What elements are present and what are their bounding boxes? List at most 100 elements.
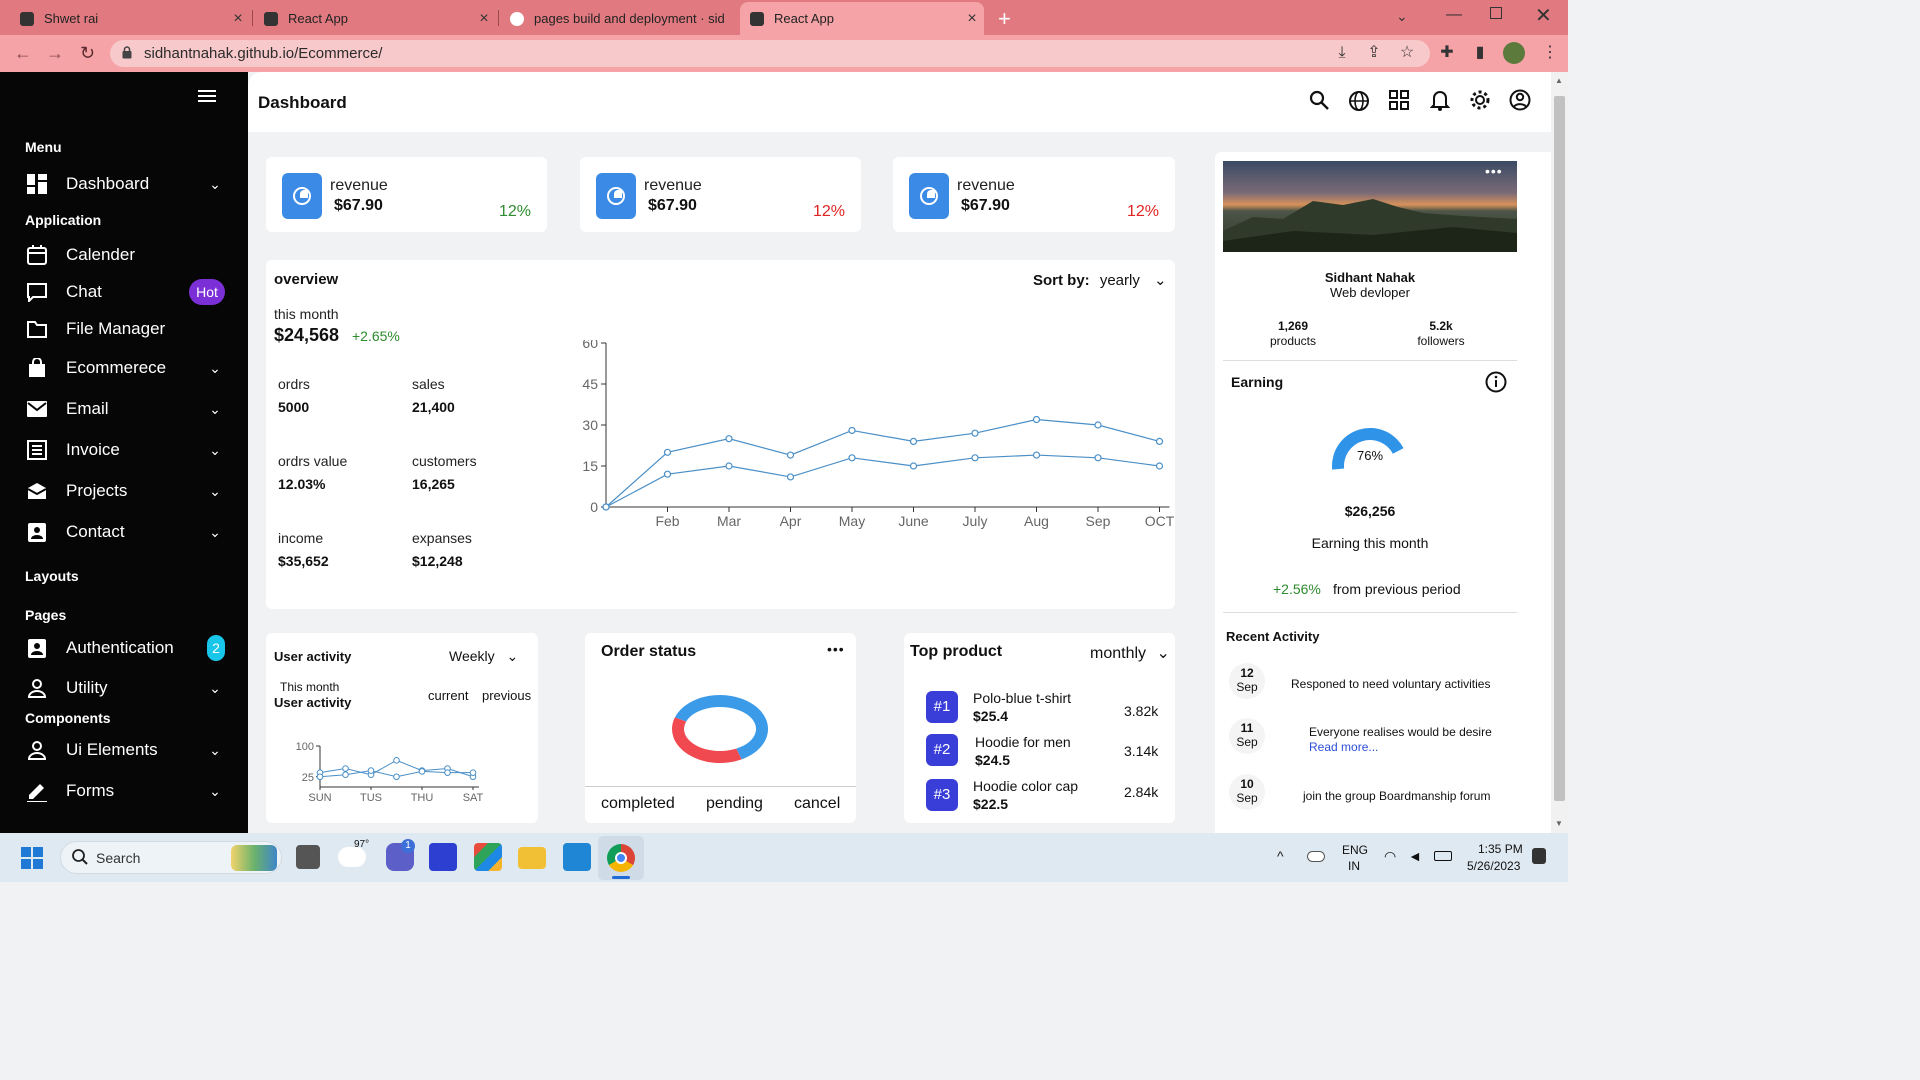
data-point [342,771,349,779]
activity-day: 11 [1240,721,1254,735]
sidebar-item-projects[interactable]: Projects ⌄ [25,476,225,506]
taskbar-search-box[interactable]: Search [60,841,282,874]
apps-grid-icon[interactable] [1389,90,1409,115]
extensions-icon[interactable]: ✚ [1437,43,1457,63]
reload-icon[interactable]: ↻ [80,43,95,64]
sidebar-item-invoice[interactable]: Invoice ⌄ [25,435,225,465]
battery-icon[interactable] [1434,851,1452,861]
x-tick-label: Aug [1024,513,1049,529]
share-icon[interactable]: ⇪ [1364,43,1384,63]
language-label[interactable]: ENG [1342,843,1368,857]
product-price: $25.4 [973,708,1009,724]
new-tab-icon[interactable]: + [998,6,1011,32]
profile-role: Web devloper [1330,285,1410,300]
scroll-down-icon[interactable]: ▼ [1555,819,1563,828]
taskbar-search-label: Search [96,850,141,866]
weather-cloud-icon[interactable] [338,847,366,867]
chevron-up-icon[interactable]: ^ [1277,848,1284,864]
notification-bell-icon[interactable] [1429,89,1451,116]
chevron-down-icon: ⌄ [506,648,519,664]
stat-value: $35,652 [278,553,329,569]
onedrive-icon[interactable] [1307,851,1325,862]
close-window-icon[interactable]: ✕ [1535,3,1552,28]
sidebar-item-ecommerce[interactable]: Ecommerece ⌄ [25,353,225,383]
vscode-icon[interactable] [563,843,591,871]
chrome-center [615,852,627,864]
browser-address-bar: ← → ↻ sidhantnahak.github.io/Ecommerce/ … [0,35,1568,72]
sidebar-item-email[interactable]: Email ⌄ [25,394,225,424]
forward-icon[interactable]: → [46,43,64,64]
y-tick-label: 25 [302,772,314,784]
scroll-up-icon[interactable]: ▲ [1555,76,1563,85]
browser-tab[interactable]: React App × [254,2,496,35]
language-region[interactable]: IN [1348,859,1360,873]
y-tick-label: 100 [296,741,314,753]
wifi-icon[interactable]: ◠ [1384,848,1396,865]
data-point [725,462,733,470]
sidebar-item-utility[interactable]: Utility ⌄ [25,673,225,703]
sidebar-item-chat[interactable]: Chat Hot [25,277,225,307]
clock-date[interactable]: 5/26/2023 [1467,859,1520,873]
hamburger-menu-icon[interactable] [198,90,216,102]
chrome-taskbar-button[interactable] [598,836,644,880]
sidebar-item-calender[interactable]: Calender [25,240,225,270]
profile-avatar[interactable] [1503,42,1525,64]
user-account-icon[interactable] [1509,89,1531,116]
globe-icon[interactable] [1348,90,1370,117]
close-tab-icon[interactable]: × [472,10,496,28]
tab-search-chevron-icon[interactable]: ⌄ [1396,8,1408,25]
close-tab-icon[interactable]: × [960,10,984,28]
react-favicon-icon [750,11,764,26]
url-field[interactable]: sidhantnahak.github.io/Ecommerce/ [110,40,1430,67]
notifications-icon[interactable] [1532,848,1546,864]
windows-start-icon[interactable] [21,847,43,869]
task-view-icon[interactable] [296,845,320,869]
sort-dropdown[interactable]: Sort by: yearly ⌄ [1033,271,1167,289]
browser-menu-icon[interactable]: ⋮ [1540,43,1560,63]
data-point [663,470,672,478]
sidebar-item-authentication[interactable]: Authentication 2 [25,633,225,663]
info-icon[interactable] [1485,371,1507,398]
sidebar-item-file-manager[interactable]: File Manager [25,314,225,344]
hot-badge: Hot [189,279,225,305]
more-options-icon[interactable]: ••• [827,641,845,657]
sidebar-item-ui-elements[interactable]: Ui Elements ⌄ [25,735,225,765]
product-price: $22.5 [973,796,1009,812]
sidebar-item-contact[interactable]: Contact ⌄ [25,517,225,547]
volume-icon[interactable]: ◄ [1408,848,1422,864]
bookmark-star-icon[interactable]: ☆ [1397,43,1417,63]
order-status-card: Order status ••• completed pending cance… [585,633,856,823]
search-icon[interactable] [1309,90,1329,115]
microsoft-store-icon[interactable] [474,843,502,871]
data-point [469,769,477,776]
browser-tab-active[interactable]: React App × [740,2,984,35]
x-tick-label: SAT [463,792,484,804]
sidebar-item-dashboard[interactable]: Dashboard ⌄ [25,169,225,199]
settings-gear-icon[interactable] [1469,89,1491,116]
period-dropdown[interactable]: Weekly ⌄ [449,648,518,665]
order-status-donut-chart [672,695,768,763]
file-explorer-icon[interactable] [518,847,546,869]
divider [585,786,856,787]
side-panel-icon[interactable]: ▮ [1470,43,1490,63]
product-count: 2.84k [1124,784,1159,800]
clock-time[interactable]: 1:35 PM [1478,842,1523,856]
top-product-card: Top product monthly ⌄ #1 Polo-blue t-shi… [904,633,1175,823]
scrollbar-thumb[interactable] [1554,96,1565,801]
sidebar-item-forms[interactable]: Forms ⌄ [25,776,225,806]
close-tab-icon[interactable]: × [226,10,250,28]
more-options-icon[interactable]: ••• [1485,163,1503,179]
data-point [444,769,451,776]
period-dropdown[interactable]: monthly ⌄ [1090,643,1170,663]
restore-icon[interactable] [1490,7,1502,19]
app-icon[interactable] [429,843,457,871]
browser-tab[interactable]: Shwet rai × [10,2,250,35]
minimize-icon[interactable]: — [1446,6,1462,24]
read-more-link[interactable]: Read more... [1309,740,1378,754]
data-point [342,765,349,772]
back-icon[interactable]: ← [14,43,32,64]
install-icon[interactable]: ⤓ [1332,43,1352,63]
page-scrollbar[interactable]: ▲ ▼ [1551,72,1568,833]
browser-tab[interactable]: pages build and deployment · sid [500,2,738,35]
components-heading: Components [25,710,111,726]
